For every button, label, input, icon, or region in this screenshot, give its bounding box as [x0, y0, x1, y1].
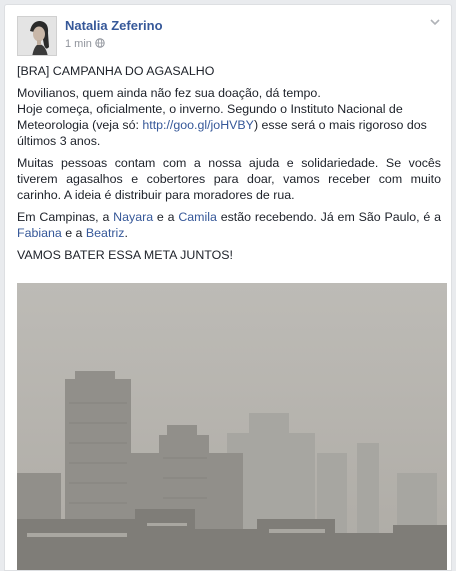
post-paragraph-4: VAMOS BATER ESSA META JUNTOS!	[17, 248, 233, 262]
post-photo[interactable]	[17, 283, 447, 570]
post-title: [BRA] CAMPANHA DO AGASALHO	[17, 64, 215, 78]
post-text: [BRA] CAMPANHA DO AGASALHO Movilianos, q…	[17, 63, 441, 269]
paragraph-1-line-1: Movilianos, quem ainda não fez sua doaçã…	[17, 86, 321, 100]
avatar-image	[18, 17, 56, 55]
post-paragraph-2: Muitas pessoas contam com a nossa ajuda …	[17, 156, 441, 202]
timestamp-text[interactable]: 1 min	[65, 38, 92, 50]
paragraph-3-text: .	[124, 226, 128, 240]
tag-camila[interactable]: Camila	[178, 210, 217, 224]
post-timestamp[interactable]: 1 min	[65, 38, 105, 50]
paragraph-3-text: estão recebendo. Já em São Paulo, é a	[216, 210, 441, 224]
globe-icon	[95, 38, 105, 48]
tag-nayara[interactable]: Nayara	[113, 210, 153, 224]
post-card: Natalia Zeferino 1 min [BRA] CAMPANHA DO…	[4, 4, 452, 571]
post-header: Natalia Zeferino 1 min	[17, 13, 441, 57]
post-paragraph-1: Movilianos, quem ainda não fez sua doaçã…	[17, 85, 441, 149]
paragraph-3-text: e a	[153, 210, 179, 224]
source-link[interactable]: http://goo.gl/joHVBY	[142, 118, 254, 132]
foggy-city-image	[17, 283, 447, 570]
chevron-down-icon[interactable]	[429, 17, 441, 27]
tag-fabiana[interactable]: Fabiana	[17, 226, 62, 240]
author-name[interactable]: Natalia Zeferino	[65, 18, 163, 33]
paragraph-3-text: Em Campinas, a	[17, 210, 114, 224]
tag-beatriz[interactable]: Beatriz	[86, 226, 125, 240]
author-avatar[interactable]	[17, 16, 57, 56]
paragraph-3-text: e a	[61, 226, 86, 240]
post-paragraph-3: Em Campinas, a Nayara e a Camila estão r…	[17, 209, 441, 241]
